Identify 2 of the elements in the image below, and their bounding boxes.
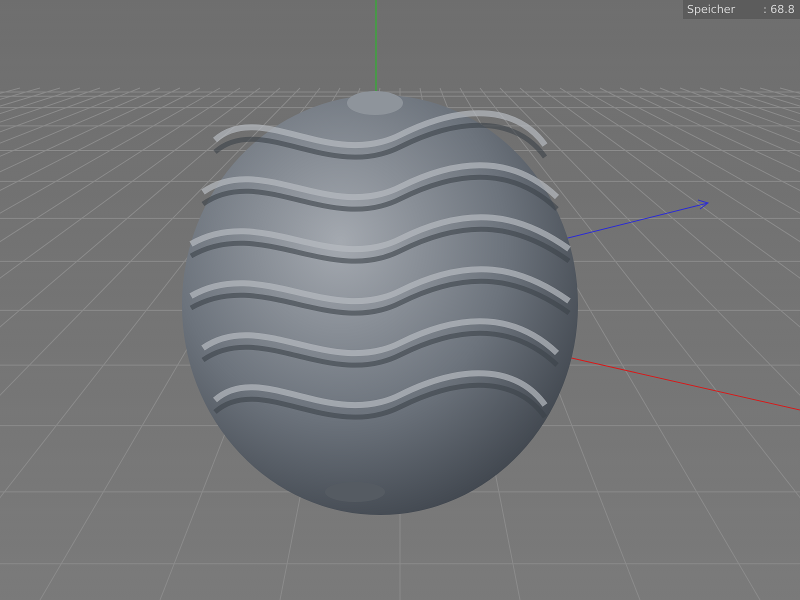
memory-value: : 68.8 [763,3,795,16]
memory-label: Speicher [687,3,736,16]
